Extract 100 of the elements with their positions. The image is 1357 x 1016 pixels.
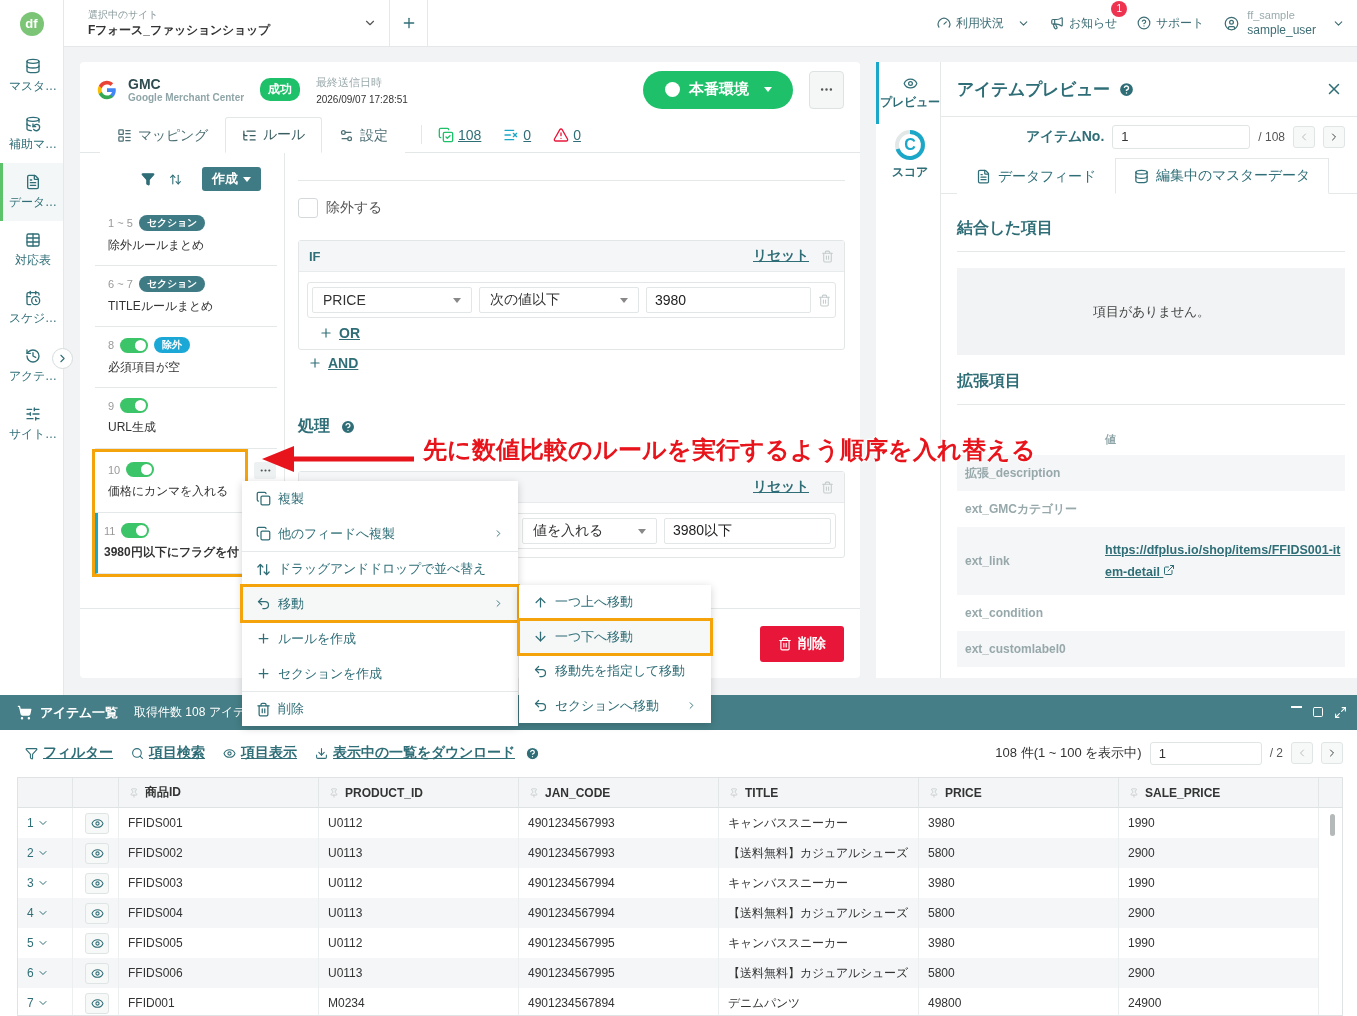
tree-icon xyxy=(242,127,257,143)
value-input[interactable]: 3980以下 xyxy=(664,518,831,544)
condition-title: IF xyxy=(309,248,321,264)
copy-icon xyxy=(256,526,271,541)
item-link[interactable]: https://dfplus.io/shop/items/FFIDS001-item-detail xyxy=(1105,539,1345,583)
toggle-switch[interactable] xyxy=(121,523,150,538)
delete-button[interactable]: 削除 xyxy=(760,625,844,662)
more-button[interactable] xyxy=(254,462,276,479)
maximize-button[interactable] xyxy=(1312,706,1324,719)
preview-button[interactable] xyxy=(85,962,109,984)
menu-item[interactable]: ドラッグアンドドロップで並べ替え xyxy=(242,551,518,586)
value-input[interactable]: 3980 xyxy=(646,287,811,313)
section-title: 拡張項目 xyxy=(957,371,1345,405)
menu-item[interactable]: 他のフィードへ複製 xyxy=(242,516,518,551)
preview-button[interactable] xyxy=(85,842,109,864)
rule-item[interactable]: 9 URL生成 xyxy=(95,388,277,449)
checkbox[interactable] xyxy=(298,198,318,218)
megaphone-icon xyxy=(1050,16,1065,30)
row-expander[interactable]: 5 xyxy=(27,936,49,950)
row-expander[interactable]: 3 xyxy=(27,876,49,890)
row-expander[interactable]: 2 xyxy=(27,846,49,860)
caret-icon xyxy=(243,176,251,182)
row-expander[interactable]: 4 xyxy=(27,906,49,920)
menu-item[interactable]: 移動 xyxy=(242,586,518,621)
database-icon xyxy=(1134,168,1149,184)
column-header: PRICE xyxy=(919,778,1119,808)
side-tab[interactable]: プレビュー xyxy=(876,62,940,124)
item-number-input[interactable]: 1 xyxy=(1112,125,1251,149)
help-icon xyxy=(340,418,356,435)
pin-icon xyxy=(729,787,739,798)
list-icon xyxy=(117,128,132,143)
menu-item[interactable]: セクションへ移動 xyxy=(519,688,711,723)
preview-button[interactable] xyxy=(85,872,109,894)
stat-link[interactable]: 108 xyxy=(438,117,482,152)
sidebar-item[interactable]: データ… xyxy=(0,163,63,221)
next-button[interactable] xyxy=(1323,126,1345,148)
row-expander[interactable]: 6 xyxy=(27,966,49,980)
rule-tag: 除外 xyxy=(154,337,191,353)
table-cell: 2900 xyxy=(1119,898,1319,928)
menu-item[interactable]: 移動先を指定して移動 xyxy=(519,654,711,689)
square-icon xyxy=(1312,706,1324,718)
preview-button[interactable] xyxy=(85,902,109,924)
page-input[interactable]: 1 xyxy=(1149,741,1262,765)
action-select[interactable]: 値を入れる xyxy=(522,518,657,544)
preview-button[interactable] xyxy=(85,812,109,834)
plus-icon xyxy=(256,666,271,681)
menu-item[interactable]: 一つ上へ移動 xyxy=(519,585,711,620)
eye-icon xyxy=(902,75,918,91)
toolbar-link[interactable]: 項目表示 xyxy=(223,744,297,762)
create-button[interactable]: 作成 xyxy=(202,167,261,191)
toolbar-link[interactable]: 項目検索 xyxy=(131,744,205,762)
menu-item[interactable]: 削除 xyxy=(242,691,518,726)
next-button[interactable] xyxy=(1321,742,1343,764)
table-cell: 5800 xyxy=(919,958,1119,988)
operator-select[interactable]: 次の値以下 xyxy=(479,287,639,313)
add-or-link[interactable]: OR xyxy=(319,325,360,341)
toolbar-link[interactable]: フィルター xyxy=(25,744,113,762)
nav-item[interactable]: サポート xyxy=(1137,14,1205,32)
pin-icon xyxy=(1129,787,1139,798)
toggle-switch[interactable] xyxy=(126,462,155,477)
row-expander[interactable]: 1 xyxy=(27,816,49,830)
tab[interactable]: 編集中のマスターデータ xyxy=(1115,158,1329,194)
stat-link[interactable]: 0 xyxy=(553,117,581,152)
rule-item[interactable]: 8 除外 必須項目が空 xyxy=(95,327,277,388)
rule-name: 必須項目が空 xyxy=(108,359,181,376)
menu-item[interactable]: 複製 xyxy=(242,481,518,516)
trash-icon xyxy=(256,701,271,717)
feed-name: GMC xyxy=(128,76,162,92)
field-name: ext_GMCカテゴリー xyxy=(964,500,1078,518)
search-icon xyxy=(131,746,144,760)
rule-item[interactable]: 6 ~ 7 セクション TITLEルールまとめ xyxy=(95,266,277,327)
rule-item[interactable]: 1 ~ 5 セクション 除外ルールまとめ xyxy=(95,205,277,266)
menu-item[interactable]: セクションを作成 xyxy=(242,656,518,691)
filter-icon[interactable] xyxy=(141,172,155,186)
sliders-icon xyxy=(25,405,41,422)
reset-link[interactable]: リセット xyxy=(753,478,809,496)
tab[interactable]: ルール xyxy=(225,117,322,153)
field-select[interactable]: PRICE xyxy=(312,287,472,313)
move-icon xyxy=(533,663,548,679)
reset-link[interactable]: リセット xyxy=(753,247,809,265)
user-menu[interactable]: ff_sample sample_user xyxy=(1224,8,1345,38)
sort-icon[interactable] xyxy=(169,172,182,186)
nav-item[interactable]: お知らせ xyxy=(1050,14,1118,32)
table-cell: 4901234567995 xyxy=(519,958,719,988)
nav-item[interactable]: 利用状況 xyxy=(937,14,1031,32)
stat-link[interactable]: 0 xyxy=(503,117,532,152)
toggle-switch[interactable] xyxy=(120,337,149,353)
menu-item[interactable]: 一つ下へ移動 xyxy=(519,619,711,654)
score-ring-icon xyxy=(894,129,926,161)
preview-button[interactable] xyxy=(85,932,109,954)
field-name: ext_link xyxy=(964,554,1011,568)
help-icon xyxy=(525,745,540,761)
toolbar-link[interactable]: 表示中の一覧をダウンロード xyxy=(315,744,515,762)
preview-button[interactable] xyxy=(85,992,109,1014)
rule-name: 価格にカンマを入れる xyxy=(108,483,229,500)
toggle-switch[interactable] xyxy=(120,398,149,413)
fullscreen-button[interactable] xyxy=(1334,706,1347,719)
row-expander[interactable]: 7 xyxy=(27,996,49,1010)
add-and-link[interactable]: AND xyxy=(308,355,359,371)
caret-icon xyxy=(638,528,646,534)
